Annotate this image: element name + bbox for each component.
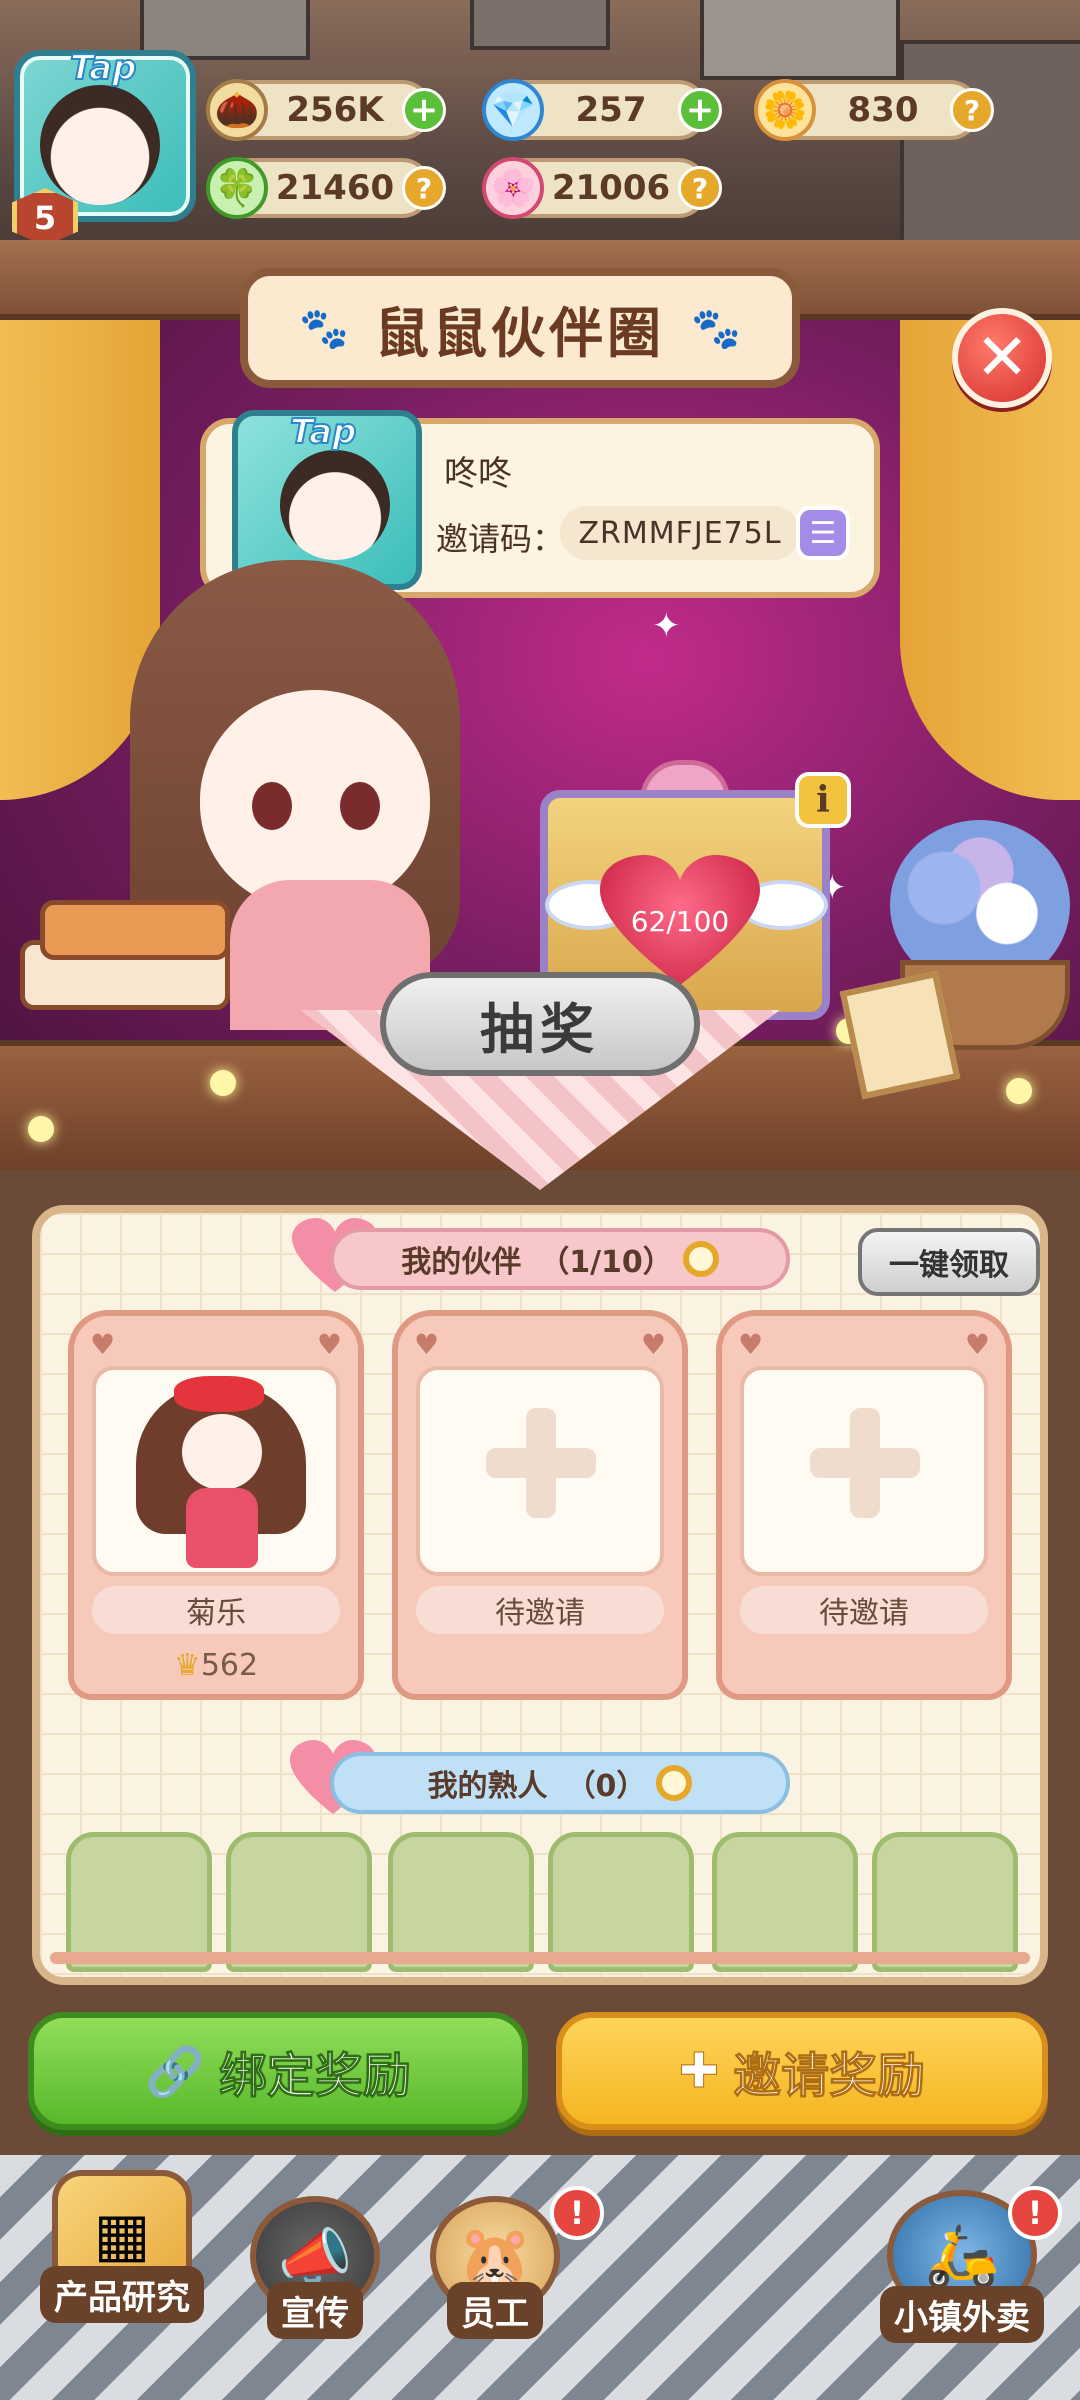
copy-icon: ☰	[809, 515, 837, 551]
heart-icon: ♥	[640, 1328, 666, 1361]
partner-avatar-dress	[186, 1488, 258, 1568]
paw-icon: 🐾	[299, 305, 349, 352]
invite-code-value: ZRMMFJE75L	[560, 506, 800, 560]
light-bulb	[210, 1070, 236, 1096]
partner-slot-empty[interactable]: ♥ ♥ 待邀请	[716, 1310, 1012, 1700]
resource-flowers[interactable]: 🌼 830 ?	[754, 79, 994, 141]
partner-name: 菊乐	[92, 1586, 340, 1634]
tap-badge: Tap	[69, 47, 137, 89]
profile-name: 咚咚	[444, 454, 512, 494]
add-partner-plus-icon	[486, 1408, 596, 1518]
dialog-title-plaque: 🐾 鼠鼠伙伴圈 🐾	[240, 268, 800, 388]
add-seeds-button[interactable]: +	[402, 88, 446, 132]
bind-reward-button[interactable]: 🔗 绑定奖励	[28, 2012, 528, 2130]
diamond-icon: 💎	[482, 79, 544, 141]
grass-divider	[50, 1952, 1030, 1964]
light-bulb	[1006, 1078, 1032, 1104]
claim-all-button[interactable]: 一键领取	[858, 1228, 1040, 1296]
paw-icon: 🐾	[691, 305, 741, 352]
resource-seeds-value: 256K	[286, 90, 384, 130]
profile-avatar	[280, 450, 390, 560]
my-acquaintances-title: 我的熟人	[427, 1769, 548, 1804]
resource-flowers-value: 830	[847, 90, 919, 130]
character-eye	[252, 782, 292, 830]
bow-icon	[174, 1376, 264, 1412]
partner-name: 待邀请	[416, 1586, 664, 1634]
copy-invite-code-button[interactable]: ☰	[796, 506, 850, 560]
staff-alert-badge: !	[550, 2186, 604, 2240]
invite-code-label: 邀请码：	[436, 520, 565, 558]
sakura-help-button[interactable]: ?	[678, 166, 722, 210]
add-partner-plus-icon	[810, 1408, 920, 1518]
acquaintance-slot[interactable]	[226, 1832, 372, 1972]
nav-product-research[interactable]: ▦ 产品研究	[40, 2170, 204, 2323]
hostess-character	[200, 690, 430, 910]
delivery-alert-badge: !	[1008, 2186, 1062, 2240]
partner-name: 待邀请	[740, 1586, 988, 1634]
acquaintance-slot[interactable]	[872, 1832, 1018, 1972]
resource-seeds[interactable]: 🌰 256K +	[206, 79, 446, 141]
my-partners-title: 我的伙伴	[401, 1245, 522, 1280]
close-icon: ✕	[975, 321, 1029, 395]
resource-clovers[interactable]: 🍀 21460 ?	[206, 157, 446, 219]
resource-diamonds[interactable]: 💎 257 +	[482, 79, 722, 141]
resource-sakura-value: 21006	[551, 168, 671, 208]
acquaintance-slot[interactable]	[712, 1832, 858, 1972]
invite-reward-label: 邀请奖励	[733, 2048, 926, 2105]
invite-reward-button[interactable]: ✚ 邀请奖励	[556, 2012, 1048, 2130]
plus-icon: ✚	[678, 2043, 720, 2100]
magnifier-icon	[682, 1241, 719, 1277]
partner-portrait-frame	[92, 1366, 340, 1576]
partner-slot-empty[interactable]: ♥ ♥ 待邀请	[392, 1310, 688, 1700]
info-icon: i	[816, 779, 830, 821]
heart-icon: ♥	[738, 1328, 764, 1361]
heart-icon: ♥	[90, 1328, 116, 1361]
partner-avatar-face	[182, 1414, 262, 1490]
gift-progress: 62/100	[630, 905, 730, 938]
crown-icon: ♛	[173, 1648, 201, 1683]
acquaintance-slot[interactable]	[548, 1832, 694, 1972]
nav-product-research-label: 产品研究	[40, 2266, 204, 2323]
add-diamonds-button[interactable]: +	[678, 88, 722, 132]
book-icon	[40, 900, 230, 960]
link-icon: 🔗	[145, 2043, 206, 2100]
my-partners-count: （1/10）	[539, 1245, 673, 1280]
flower-icon: 🌼	[754, 79, 816, 141]
dialog-title: 鼠鼠伙伴圈	[375, 301, 665, 365]
character-eye	[340, 782, 380, 830]
clover-icon: 🍀	[206, 157, 268, 219]
profile-tap-badge: Tap	[289, 411, 357, 453]
heart-icon: ♥	[316, 1328, 342, 1361]
my-partners-header[interactable]: 我的伙伴 （1/10）	[330, 1228, 790, 1290]
flowers-help-button[interactable]: ?	[950, 88, 994, 132]
my-acquaintances-header[interactable]: 我的熟人 （0）	[330, 1752, 790, 1814]
sparkle-icon: ✦	[652, 606, 681, 646]
nav-staff[interactable]: 🐹 员工	[430, 2196, 560, 2339]
nav-staff-label: 员工	[447, 2282, 543, 2339]
resource-sakura[interactable]: 🌸 21006 ?	[482, 157, 722, 219]
draw-button[interactable]: 抽奖	[380, 972, 700, 1076]
player-avatar[interactable]	[40, 85, 160, 205]
magnifier-icon	[656, 1765, 693, 1801]
light-bulb	[28, 1116, 54, 1142]
acquaintance-slot[interactable]	[66, 1832, 212, 1972]
nav-promotion[interactable]: 📣 宣传	[250, 2196, 380, 2339]
acquaintance-slot[interactable]	[388, 1832, 534, 1972]
resource-clovers-value: 21460	[275, 168, 395, 208]
heart-icon: ♥	[964, 1328, 990, 1361]
close-button[interactable]: ✕	[952, 308, 1052, 408]
nav-town-delivery-label: 小镇外卖	[880, 2286, 1044, 2343]
clovers-help-button[interactable]: ?	[402, 166, 446, 210]
resource-diamonds-value: 257	[575, 90, 647, 130]
partner-score: ♛562	[74, 1648, 358, 1683]
my-acquaintances-count: （0）	[565, 1769, 647, 1804]
partner-score-value: 562	[200, 1648, 259, 1683]
nav-promotion-label: 宣传	[267, 2282, 363, 2339]
heart-icon: ♥	[414, 1328, 440, 1361]
seed-icon: 🌰	[206, 79, 268, 141]
bind-reward-label: 绑定奖励	[218, 2048, 411, 2105]
sakura-icon: 🌸	[482, 157, 544, 219]
info-button[interactable]: i	[795, 772, 851, 828]
partner-slot[interactable]: ♥ ♥ 菊乐 ♛562	[68, 1310, 364, 1700]
